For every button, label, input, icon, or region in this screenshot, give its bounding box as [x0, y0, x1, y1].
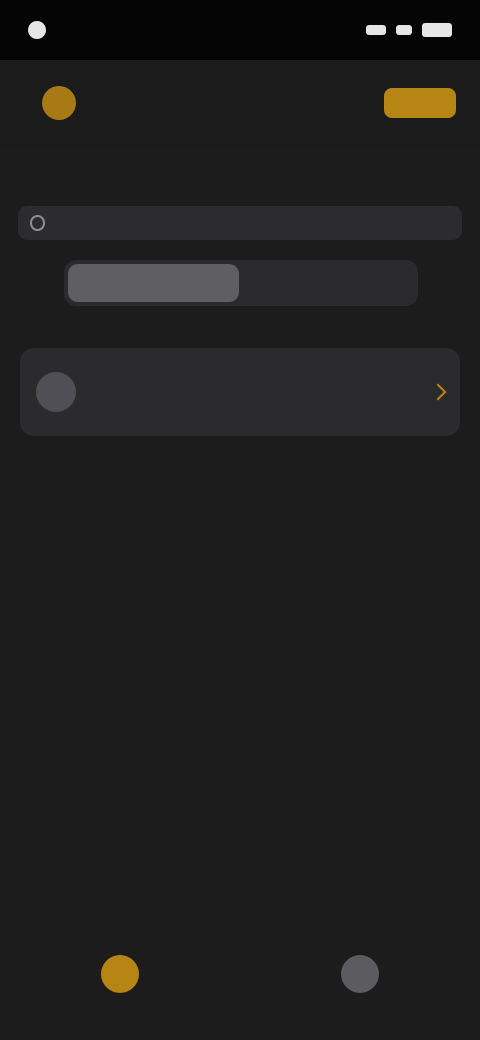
- top-action-button[interactable]: [384, 88, 456, 118]
- segmented-control: [64, 260, 418, 306]
- status-left: [28, 21, 56, 39]
- status-bar: [0, 0, 480, 60]
- top-left-button[interactable]: [24, 68, 94, 138]
- person-icon: [341, 955, 379, 993]
- tab-profile[interactable]: [310, 927, 410, 1027]
- segment-option-1[interactable]: [68, 264, 239, 302]
- signal-icon: [366, 25, 386, 35]
- avatar-icon: [36, 372, 76, 412]
- segment-option-2[interactable]: [243, 264, 414, 302]
- search-field[interactable]: [18, 206, 462, 240]
- tab-bar: [0, 914, 480, 1040]
- home-icon: [101, 955, 139, 993]
- gear-icon: [42, 86, 76, 120]
- status-right: [366, 23, 452, 37]
- top-bar: [0, 60, 480, 146]
- list-item-text: [90, 388, 418, 396]
- back-indicator-icon: [28, 21, 46, 39]
- search-icon: [30, 215, 46, 231]
- wifi-icon: [396, 25, 412, 35]
- battery-icon: [422, 23, 452, 37]
- search-input[interactable]: [53, 214, 450, 232]
- chevron-right-icon: [429, 383, 447, 401]
- list-item[interactable]: [20, 348, 460, 436]
- tab-home[interactable]: [70, 927, 170, 1027]
